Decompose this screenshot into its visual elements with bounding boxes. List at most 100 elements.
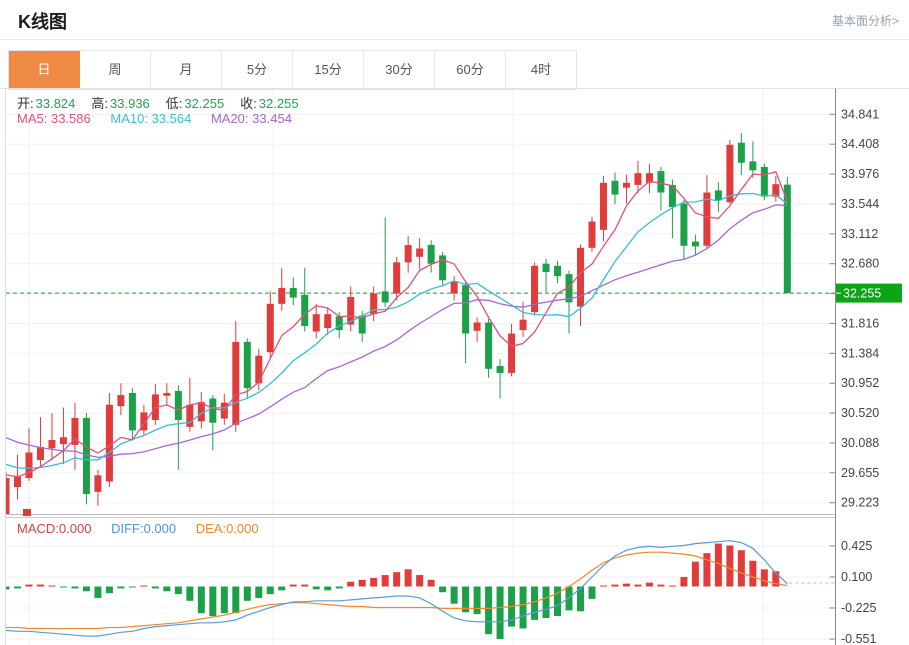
close-label: 收:	[240, 96, 257, 111]
candle	[577, 244, 584, 326]
price-tick-label: 34.408	[841, 137, 879, 151]
panel-resize-handle[interactable]	[23, 509, 31, 516]
macd-bar	[336, 587, 343, 589]
macd-bar	[255, 587, 262, 598]
macd-bar	[347, 582, 354, 587]
macd-bar	[703, 553, 710, 586]
macd-tick-label: 0.100	[841, 570, 872, 584]
macd-bar	[669, 586, 676, 587]
open-label: 开:	[17, 96, 34, 111]
price-tick-label: 30.520	[841, 406, 879, 420]
macd-bar	[324, 587, 331, 591]
candle	[749, 141, 756, 178]
candle	[715, 182, 722, 212]
candle	[474, 318, 481, 342]
ma20-value: 33.454	[252, 111, 292, 126]
candle	[117, 383, 124, 415]
ma-lines	[6, 172, 787, 477]
candle	[738, 133, 745, 175]
macd-bar	[382, 575, 389, 586]
macd-bar	[48, 586, 55, 587]
candle	[290, 278, 297, 306]
macd-bar	[439, 587, 446, 593]
macd-bar	[186, 587, 193, 601]
macd-bar	[611, 585, 618, 587]
dea-value: 0.000	[226, 521, 259, 536]
open-value: 33.824	[36, 96, 76, 111]
macd-label: MACD:	[17, 521, 59, 536]
macd-bar	[244, 587, 251, 601]
macd-bar	[359, 580, 366, 587]
candle	[646, 164, 653, 193]
price-tick-label: 30.952	[841, 376, 879, 390]
candle	[324, 307, 331, 335]
candle	[209, 395, 216, 450]
candle	[278, 268, 285, 311]
candle	[232, 321, 239, 432]
macd-tick-label: -0.225	[841, 601, 876, 615]
macd-bar	[451, 587, 458, 604]
candle	[60, 408, 67, 465]
macd-bar	[623, 584, 630, 587]
macd-bar	[175, 587, 182, 595]
macd-bar	[221, 587, 228, 614]
ma-legend: MA5: 33.586 MA10: 33.564 MA20: 33.454	[17, 111, 308, 126]
macd-bar	[117, 587, 124, 589]
ma10-line	[6, 194, 787, 469]
macd-bar	[761, 569, 768, 586]
candle	[370, 287, 377, 322]
candle	[543, 259, 550, 292]
candle	[726, 140, 733, 204]
macd-bar	[370, 578, 377, 587]
price-tick-label: 33.544	[841, 197, 879, 211]
macd-bar	[600, 586, 607, 587]
candle	[692, 235, 699, 256]
macd-bar	[692, 562, 699, 587]
macd-bar	[278, 587, 285, 591]
macd-panel	[3, 541, 836, 639]
macd-bar	[267, 587, 274, 595]
ma5-value: 33.586	[51, 111, 91, 126]
candle	[129, 388, 136, 440]
price-tick-label: 31.384	[841, 346, 879, 360]
macd-bar	[83, 587, 90, 592]
candle	[48, 413, 55, 460]
ohlc-legend: 开:33.824高:33.936低:32.255收:32.255	[17, 93, 315, 112]
current-price-tag: 32.255	[836, 284, 902, 303]
ma20-label: MA20:	[211, 111, 249, 126]
macd-bar	[140, 586, 147, 587]
macd-axis: 0.4250.100-0.225-0.551	[830, 539, 877, 645]
macd-bar	[474, 587, 481, 615]
macd-bar	[94, 587, 101, 598]
candle	[106, 393, 113, 487]
macd-bar	[520, 587, 527, 629]
macd-bar	[680, 577, 687, 587]
candle	[680, 200, 687, 259]
macd-bar	[738, 550, 745, 586]
price-tick-label: 32.680	[841, 257, 879, 271]
price-tick-label: 31.816	[841, 316, 879, 330]
macd-bar	[646, 583, 653, 587]
macd-bar	[485, 587, 492, 635]
macd-bar	[405, 569, 412, 586]
candle	[600, 176, 607, 242]
macd-bar	[14, 587, 21, 589]
candle	[405, 236, 412, 273]
price-tick-label: 33.976	[841, 167, 879, 181]
macd-bar	[106, 587, 113, 594]
candle	[508, 324, 515, 377]
macd-bar	[25, 585, 32, 587]
dea-label: DEA:	[196, 521, 226, 536]
candle	[588, 217, 595, 252]
candle	[382, 217, 389, 307]
svg-text:32.255: 32.255	[843, 287, 881, 301]
macd-bar	[497, 587, 504, 639]
candle	[497, 359, 504, 398]
macd-bar	[3, 587, 10, 590]
chart-frame	[0, 89, 909, 645]
candle	[485, 319, 492, 378]
macd-bar	[313, 587, 320, 590]
candle	[175, 385, 182, 469]
macd-bar	[543, 587, 550, 618]
macd-bar	[749, 561, 756, 587]
